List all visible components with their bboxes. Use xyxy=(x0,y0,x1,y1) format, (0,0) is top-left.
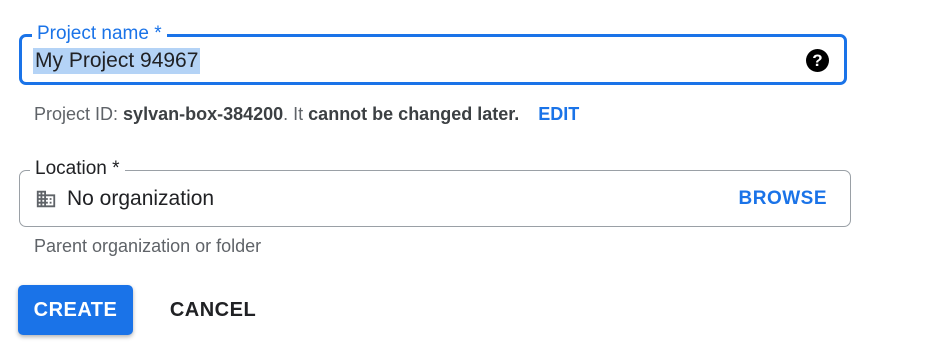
project-name-label: Project name * xyxy=(32,22,167,46)
cancel-button[interactable]: CANCEL xyxy=(157,285,269,335)
project-name-field[interactable]: Project name * My Project 94967 ? xyxy=(19,22,847,85)
project-id-value: sylvan-box-384200 xyxy=(123,104,284,124)
project-name-input[interactable]: My Project 94967 xyxy=(33,48,201,74)
help-icon[interactable]: ? xyxy=(806,49,829,72)
create-project-form: Project name * My Project 94967 ? Projec… xyxy=(0,0,936,358)
project-id-prefix: Project ID: xyxy=(34,104,119,124)
location-value: No organization xyxy=(67,187,215,210)
building-icon xyxy=(36,190,56,208)
create-button[interactable]: CREATE xyxy=(18,285,133,335)
project-id-mid: . It xyxy=(283,104,304,124)
location-helper-text: Parent organization or folder xyxy=(34,236,262,256)
project-id-warning: cannot be changed later. xyxy=(308,104,520,124)
edit-project-id-link[interactable]: EDIT xyxy=(538,104,579,124)
location-label: Location * xyxy=(30,157,125,181)
location-field[interactable]: Location * No organization BROWSE xyxy=(19,157,851,227)
project-id-info: Project ID: sylvan-box-384200. It cannot… xyxy=(34,102,579,126)
browse-button[interactable]: BROWSE xyxy=(739,187,828,211)
